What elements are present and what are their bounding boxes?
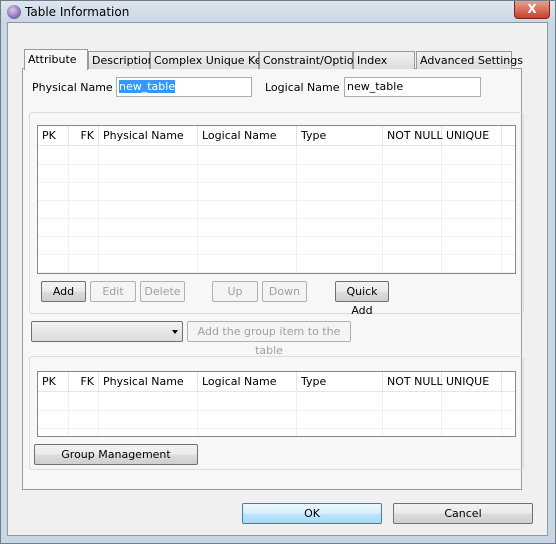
grid-line xyxy=(197,392,198,436)
attribute-table[interactable]: PK FK Physical Name Logical Name Type NOT NUL… xyxy=(37,125,516,274)
up-button[interactable]: Up xyxy=(212,281,258,302)
column-header[interactable]: Logical Name xyxy=(198,126,297,146)
grid-line xyxy=(68,392,69,436)
table-row[interactable] xyxy=(38,254,515,255)
column-header-filler xyxy=(502,126,515,146)
group-management-button[interactable]: Group Management xyxy=(34,444,198,465)
column-header[interactable]: Physical Name xyxy=(99,126,198,146)
column-header[interactable]: FK xyxy=(69,372,99,392)
table-row[interactable] xyxy=(38,428,515,429)
grid-line xyxy=(382,392,383,436)
tab-attribute[interactable]: Attribute xyxy=(24,49,88,70)
tab-advanced-settings[interactable]: Advanced Settings xyxy=(416,51,523,69)
ok-button[interactable]: OK xyxy=(242,503,382,524)
column-header[interactable]: Type xyxy=(297,126,383,146)
app-icon xyxy=(7,5,21,19)
table-row[interactable] xyxy=(38,182,515,183)
column-header[interactable]: PK xyxy=(38,126,69,146)
grid-line xyxy=(441,392,442,436)
column-header[interactable]: PK xyxy=(38,372,69,392)
column-header[interactable]: UNIQUE xyxy=(442,126,502,146)
add-group-item-button[interactable]: Add the group item to the table xyxy=(187,321,351,357)
column-header[interactable]: Type xyxy=(297,372,383,392)
tab-index[interactable]: Index xyxy=(353,51,415,69)
group-items-table[interactable]: PK FK Physical Name Logical Name Type NOT NUL… xyxy=(37,371,516,437)
tab-constraint-option[interactable]: Constraint/Option xyxy=(259,51,360,69)
physical-name-input[interactable]: new_table xyxy=(116,77,252,97)
table-row[interactable] xyxy=(38,236,515,237)
down-button[interactable]: Down xyxy=(262,281,307,302)
physical-name-label: Physical Name xyxy=(32,81,113,94)
group-combo[interactable] xyxy=(31,321,183,342)
column-header-filler xyxy=(502,372,515,392)
logical-name-input[interactable]: new_table xyxy=(344,77,481,97)
table-row[interactable] xyxy=(38,218,515,219)
edit-button[interactable]: Edit xyxy=(90,281,136,302)
table-row[interactable] xyxy=(38,410,515,411)
grid-line xyxy=(98,392,99,436)
column-header[interactable]: UNIQUE xyxy=(442,372,502,392)
column-header[interactable]: Logical Name xyxy=(198,372,297,392)
table-row[interactable] xyxy=(38,272,515,273)
table-row[interactable] xyxy=(38,200,515,201)
tab-description[interactable]: Description xyxy=(88,51,155,69)
window-title: Table Information xyxy=(25,5,130,19)
add-button[interactable]: Add xyxy=(41,281,86,302)
grid-line xyxy=(296,392,297,436)
delete-button[interactable]: Delete xyxy=(140,281,185,302)
cancel-button[interactable]: Cancel xyxy=(393,503,533,524)
grid-line xyxy=(501,392,502,436)
logical-name-label: Logical Name xyxy=(265,81,340,94)
column-header[interactable]: NOT NULL xyxy=(383,126,443,146)
tab-complex-unique-key[interactable]: Complex Unique Key xyxy=(150,51,268,69)
physical-name-value: new_table xyxy=(119,80,176,93)
close-button[interactable]: X xyxy=(514,1,550,19)
quick-add-button[interactable]: Quick Add xyxy=(335,281,389,317)
column-header[interactable]: NOT NULL xyxy=(383,372,443,392)
column-header[interactable]: FK xyxy=(69,126,99,146)
table-row[interactable] xyxy=(38,164,515,165)
chevron-down-icon xyxy=(172,330,178,334)
column-header[interactable]: Physical Name xyxy=(99,372,198,392)
